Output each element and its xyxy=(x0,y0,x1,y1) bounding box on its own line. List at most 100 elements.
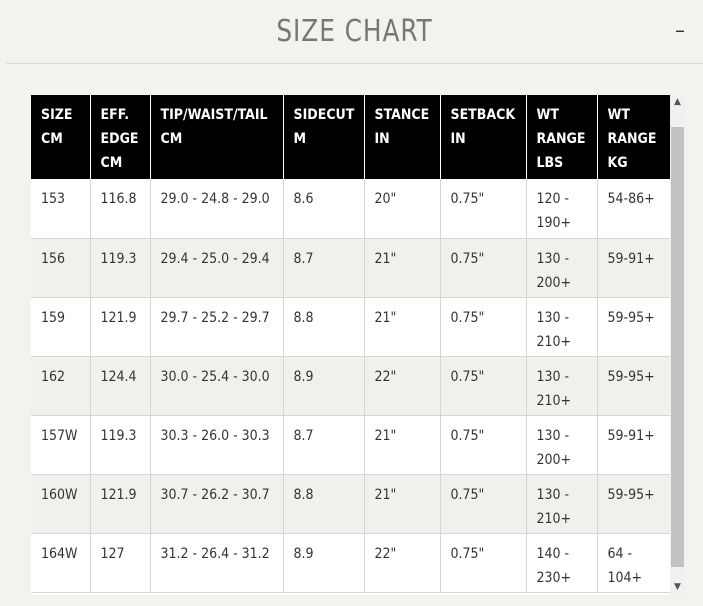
table-row: 153 116.8 29.0 - 24.8 - 29.0 8.6 20" 0.75" 120… xyxy=(31,179,670,239)
column-header-line: TIP/WAIST/TAIL xyxy=(160,107,268,123)
table-cell: 30.0 - 25.4 - 30.0 xyxy=(150,356,284,416)
table-cell: 30.3 - 26.0 - 30.3 xyxy=(150,415,284,475)
table-cell: 8.7 xyxy=(283,415,365,475)
table-cell: 0.75" xyxy=(440,297,527,357)
table-cell: 22" xyxy=(364,356,441,416)
table-cell: 29.4 - 25.0 - 29.4 xyxy=(150,238,284,298)
column-header-line: WT xyxy=(607,107,631,123)
column-header-line: IN xyxy=(374,131,390,147)
table-cell: 54-86+ xyxy=(597,179,670,239)
table-cell: 59-91+ xyxy=(597,238,670,298)
table-cell: 130 - 200+ xyxy=(526,238,598,298)
column-header: EFF. EDGE CM xyxy=(90,95,151,179)
table-cell: 59-95+ xyxy=(597,474,670,534)
table-cell: 140 - 230+ xyxy=(526,533,598,593)
table-cell: 8.8 xyxy=(283,474,365,534)
size-chart-table-container[interactable]: SIZE CM EFF. EDGE CM TIP/WAIST/TAIL CM SIDECUT M… xyxy=(31,95,685,595)
table-cell: 0.75" xyxy=(440,238,527,298)
table-cell: 162 xyxy=(31,356,91,416)
table-cell: 29.0 - 24.8 - 29.0 xyxy=(150,179,284,239)
table-cell: 21" xyxy=(364,474,441,534)
collapse-minus-icon[interactable]: – xyxy=(673,20,687,40)
scroll-down-icon[interactable]: ▼ xyxy=(670,580,685,595)
column-header: TIP/WAIST/TAIL CM xyxy=(150,95,284,179)
table-cell: 20" xyxy=(364,179,441,239)
column-header-line: M xyxy=(293,131,307,147)
table-cell: 21" xyxy=(364,297,441,357)
table-cell: 8.7 xyxy=(283,238,365,298)
table-cell: 130 - 210+ xyxy=(526,474,598,534)
column-header-line: RANGE xyxy=(607,131,657,147)
table-cell: 8.9 xyxy=(283,356,365,416)
table-cell: 0.75" xyxy=(440,533,527,593)
table-cell: 8.6 xyxy=(283,179,365,239)
scrollbar-thumb[interactable] xyxy=(671,127,684,567)
table-cell: 164W xyxy=(31,533,91,593)
column-header-line: SIDECUT xyxy=(293,107,355,123)
table-cell: 119.3 xyxy=(90,238,151,298)
table-body: 153 116.8 29.0 - 24.8 - 29.0 8.6 20" 0.75" 120… xyxy=(31,179,670,593)
table-cell: 59-95+ xyxy=(597,297,670,357)
column-header: SIZE CM xyxy=(31,95,91,179)
column-header-line: CM xyxy=(100,155,123,171)
table-cell: 59-95+ xyxy=(597,356,670,416)
table-cell: 127 xyxy=(90,533,151,593)
table-row: 164W 127 31.2 - 26.4 - 31.2 8.9 22" 0.75" 140 … xyxy=(31,533,670,593)
table-cell: 157W xyxy=(31,415,91,475)
column-header-line: CM xyxy=(41,131,63,147)
size-chart-header[interactable]: SIZE CHART – xyxy=(6,0,703,64)
table-cell: 22" xyxy=(364,533,441,593)
column-header: WT RANGE LBS xyxy=(526,95,598,179)
table-cell: 130 - 210+ xyxy=(526,297,598,357)
column-header-line: STANCE xyxy=(374,107,430,123)
table-cell: 116.8 xyxy=(90,179,151,239)
table-row: 160W 121.9 30.7 - 26.2 - 30.7 8.8 21" 0.75" 13… xyxy=(31,474,670,534)
column-header-line: KG xyxy=(607,155,628,171)
table-cell: 29.7 - 25.2 - 29.7 xyxy=(150,297,284,357)
table-cell: 120 - 190+ xyxy=(526,179,598,239)
column-header-line: CM xyxy=(160,131,183,147)
table-cell: 64 - 104+ xyxy=(597,533,670,593)
column-header-line: RANGE xyxy=(536,131,586,147)
column-header: STANCE IN xyxy=(364,95,441,179)
column-header-line: EDGE xyxy=(100,131,139,147)
table-cell: 8.8 xyxy=(283,297,365,357)
column-header-line: SETBACK xyxy=(450,107,516,123)
column-header-line: EFF. xyxy=(100,107,130,123)
table-header-row: SIZE CM EFF. EDGE CM TIP/WAIST/TAIL CM SIDECUT M… xyxy=(31,95,670,179)
column-header: SETBACK IN xyxy=(440,95,527,179)
vertical-scrollbar[interactable]: ▲ ▼ xyxy=(670,95,685,595)
column-header: WT RANGE KG xyxy=(597,95,670,179)
table-cell: 121.9 xyxy=(90,297,151,357)
table-row: 157W 119.3 30.3 - 26.0 - 30.3 8.7 21" 0.75" 13… xyxy=(31,415,670,475)
table-cell: 160W xyxy=(31,474,91,534)
table-cell: 21" xyxy=(364,238,441,298)
size-chart-table: SIZE CM EFF. EDGE CM TIP/WAIST/TAIL CM SIDECUT M… xyxy=(31,95,670,593)
table-cell: 59-91+ xyxy=(597,415,670,475)
table-row: 162 124.4 30.0 - 25.4 - 30.0 8.9 22" 0.75" 130… xyxy=(31,356,670,416)
table-cell: 0.75" xyxy=(440,415,527,475)
table-cell: 0.75" xyxy=(440,179,527,239)
column-header-line: WT xyxy=(536,107,560,123)
column-header-line: SIZE xyxy=(41,107,73,123)
table-cell: 159 xyxy=(31,297,91,357)
table-cell: 124.4 xyxy=(90,356,151,416)
column-header-line: LBS xyxy=(536,155,564,171)
scroll-up-icon[interactable]: ▲ xyxy=(670,95,685,110)
table-cell: 130 - 210+ xyxy=(526,356,598,416)
table-row: 159 121.9 29.7 - 25.2 - 29.7 8.8 21" 0.75" 130… xyxy=(31,297,670,357)
table-cell: 8.9 xyxy=(283,533,365,593)
table-cell: 0.75" xyxy=(440,356,527,416)
table-cell: 156 xyxy=(31,238,91,298)
table-row: 156 119.3 29.4 - 25.0 - 29.4 8.7 21" 0.75" 130… xyxy=(31,238,670,298)
table-cell: 153 xyxy=(31,179,91,239)
table-cell: 121.9 xyxy=(90,474,151,534)
table-cell: 130 - 200+ xyxy=(526,415,598,475)
table-cell: 31.2 - 26.4 - 31.2 xyxy=(150,533,284,593)
table-cell: 21" xyxy=(364,415,441,475)
table-cell: 119.3 xyxy=(90,415,151,475)
column-header: SIDECUT M xyxy=(283,95,365,179)
page-title: SIZE CHART xyxy=(276,14,433,49)
table-cell: 0.75" xyxy=(440,474,527,534)
table-cell: 30.7 - 26.2 - 30.7 xyxy=(150,474,284,534)
